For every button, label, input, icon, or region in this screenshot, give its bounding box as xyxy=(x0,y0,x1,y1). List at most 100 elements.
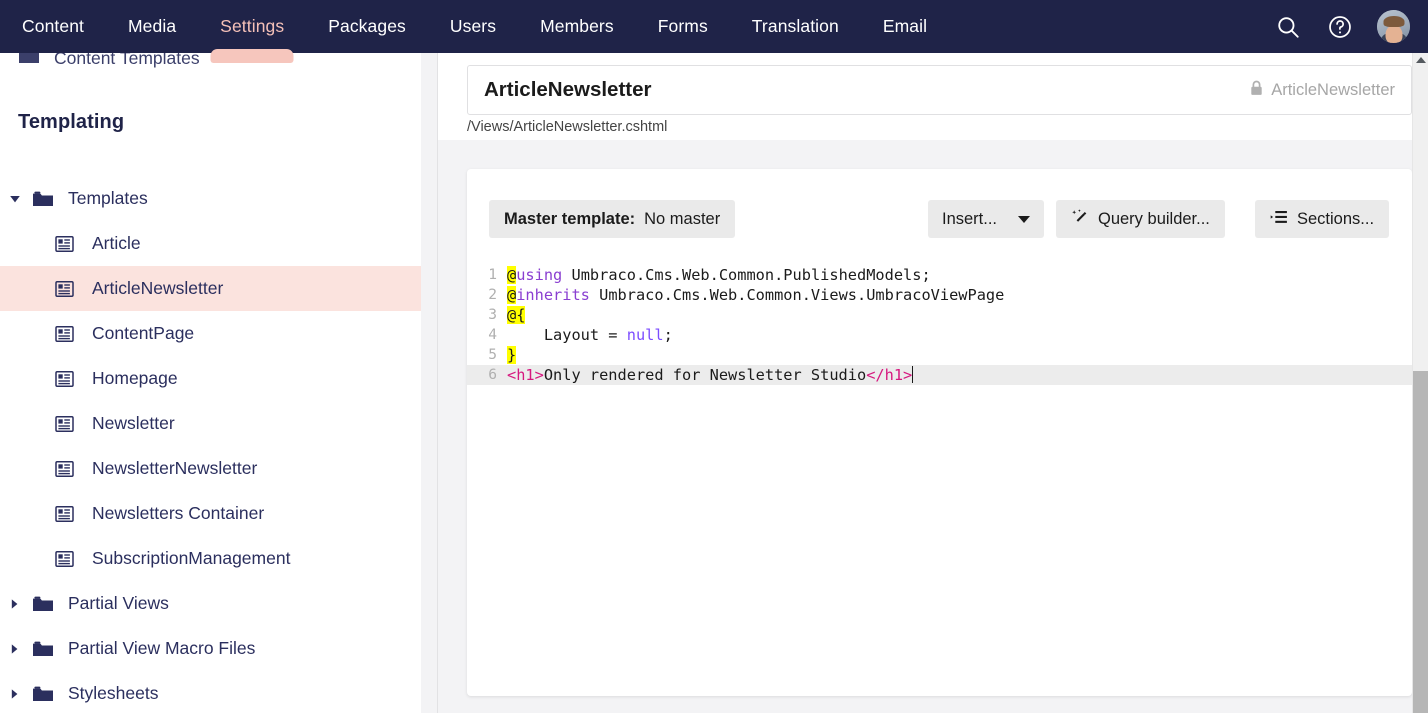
template-alias-text: ArticleNewsletter xyxy=(1271,80,1395,99)
template-editor-panel: ArticleNewsletter ArticleNewsletter /Vie… xyxy=(438,53,1428,713)
nav-item-label: Translation xyxy=(751,16,839,36)
code-token-razor: @ xyxy=(507,266,517,284)
sidebar-item-article[interactable]: Article xyxy=(0,221,421,266)
code-token-razor: @{ xyxy=(507,306,526,324)
sidebar-item-partial-views[interactable]: Partial Views xyxy=(0,581,421,626)
master-template-label: Master template: xyxy=(504,209,636,228)
chevron-down-icon[interactable] xyxy=(4,194,26,204)
sidebar-item-label: Article xyxy=(92,232,141,253)
code-line[interactable]: 4 Layout = null; xyxy=(467,325,1412,345)
sections-label: Sections... xyxy=(1297,209,1375,228)
folder-icon xyxy=(26,640,60,658)
folder-icon xyxy=(26,190,60,208)
code-token-plain: ; xyxy=(663,326,673,344)
sidebar-section-title: Templating xyxy=(18,111,125,133)
sidebar-scrollbar[interactable] xyxy=(1412,53,1428,713)
nav-item-translation[interactable]: Translation xyxy=(730,0,861,53)
code-line[interactable]: 2 @inherits Umbraco.Cms.Web.Common.Views.… xyxy=(467,285,1412,305)
scroll-up-arrow-icon[interactable] xyxy=(1415,57,1426,63)
code-line-text: @inherits Umbraco.Cms.Web.Common.Views.U… xyxy=(507,285,1004,305)
code-line[interactable]: 1 @using Umbraco.Cms.Web.Common.Published… xyxy=(467,265,1412,285)
search-icon[interactable] xyxy=(1273,12,1303,42)
sidebar-item-subscriptionmanagement[interactable]: SubscriptionManagement xyxy=(0,536,421,581)
code-line[interactable]: 6 <h1>Only rendered for Newsletter Studio… xyxy=(467,365,1412,385)
code-line[interactable]: 5} xyxy=(467,345,1412,365)
nav-item-packages[interactable]: Packages xyxy=(306,0,428,53)
template-name-field[interactable]: ArticleNewsletter ArticleNewsletter xyxy=(467,65,1412,115)
top-navigation-bar: Content Media Settings Packages Users Members… xyxy=(0,0,1428,63)
line-number: 5 xyxy=(488,346,497,363)
sidebar-item-label: Stylesheets xyxy=(68,682,159,703)
sidebar-item-label: Newsletter xyxy=(92,412,175,433)
code-line-text: Layout = null; xyxy=(507,325,673,345)
code-token-tag: </h1> xyxy=(866,366,913,384)
sidebar-item-label: ArticleNewsletter xyxy=(92,277,224,298)
nav-item-label: Content xyxy=(22,16,84,36)
sidebar-item-partial-view-macro-files[interactable]: Partial View Macro Files xyxy=(0,626,421,671)
template-file-icon xyxy=(48,505,82,523)
code-token-plain: Umbraco.Cms.Web.Common.PublishedModels; xyxy=(562,266,931,284)
template-file-icon xyxy=(48,550,82,568)
sidebar-item-label: Content Templates xyxy=(54,53,200,68)
sidebar-item-label: ContentPage xyxy=(92,322,195,343)
template-file-icon xyxy=(48,280,82,298)
sidebar-item-label: Templates xyxy=(68,187,148,208)
code-token-razor: } xyxy=(507,346,517,364)
text-cursor xyxy=(912,366,914,383)
template-file-icon xyxy=(48,370,82,388)
sidebar-item-stylesheets[interactable]: Stylesheets xyxy=(0,671,421,713)
nav-item-forms[interactable]: Forms xyxy=(636,0,730,53)
top-nav-actions xyxy=(1273,10,1428,43)
code-token-plain: Layout = xyxy=(507,326,627,344)
scrollbar-thumb[interactable] xyxy=(1413,371,1428,713)
sidebar-item-templates[interactable]: Templates xyxy=(0,176,421,221)
sidebar-item-label: Partial Views xyxy=(68,592,169,613)
sidebar-item-label: NewsletterNewsletter xyxy=(92,457,258,478)
code-token-plain: Umbraco.Cms.Web.Common.Views.UmbracoView… xyxy=(589,286,1005,304)
nav-item-email[interactable]: Email xyxy=(861,0,949,53)
editor-toolbar: Master template: No master Insert... Que… xyxy=(467,200,1412,238)
sidebar-item-contentpage[interactable]: ContentPage xyxy=(0,311,421,356)
chevron-right-icon[interactable] xyxy=(4,643,26,655)
nav-item-settings[interactable]: Settings xyxy=(198,0,306,63)
sidebar-item-newsletters-container[interactable]: Newsletters Container xyxy=(0,491,421,536)
template-alias-readonly: ArticleNewsletter xyxy=(1250,80,1395,101)
user-avatar[interactable] xyxy=(1377,10,1410,43)
line-number: 1 xyxy=(488,266,497,283)
code-token-kw: using xyxy=(516,266,563,284)
template-file-icon xyxy=(48,325,82,343)
line-number: 2 xyxy=(488,286,497,303)
query-builder-label: Query builder... xyxy=(1098,209,1210,228)
chevron-right-icon[interactable] xyxy=(4,598,26,610)
chevron-right-icon[interactable] xyxy=(4,688,26,700)
nav-item-members[interactable]: Members xyxy=(518,0,636,53)
settings-sidebar: Content Templates Templating Templates Ar… xyxy=(0,53,421,713)
sections-button[interactable]: Sections... xyxy=(1255,200,1390,238)
code-line-text: @using Umbraco.Cms.Web.Common.PublishedM… xyxy=(507,265,931,285)
avatar-hair xyxy=(1383,15,1404,27)
code-token-plain: Only rendered for Newsletter Studio xyxy=(543,366,867,384)
nav-item-content[interactable]: Content xyxy=(0,0,106,53)
folder-icon xyxy=(26,685,60,703)
insert-dropdown-button[interactable]: Insert... xyxy=(928,200,1044,238)
sidebar-item-label: Homepage xyxy=(92,367,178,388)
nav-item-users[interactable]: Users xyxy=(428,0,518,53)
sidebar-item-newsletter[interactable]: Newsletter xyxy=(0,401,421,446)
help-circle-icon[interactable] xyxy=(1325,12,1355,42)
panel-splitter xyxy=(437,53,438,713)
editor-header: ArticleNewsletter ArticleNewsletter /Vie… xyxy=(438,53,1428,140)
nav-item-media[interactable]: Media xyxy=(106,0,198,53)
code-editor-area[interactable]: 1 @using Umbraco.Cms.Web.Common.Published… xyxy=(467,265,1412,385)
top-nav-items: Content Media Settings Packages Users Members… xyxy=(0,0,949,63)
sidebar-item-homepage[interactable]: Homepage xyxy=(0,356,421,401)
master-template-button[interactable]: Master template: No master xyxy=(489,200,736,238)
sidebar-item-newsletternewsletter[interactable]: NewsletterNewsletter xyxy=(0,446,421,491)
query-builder-button[interactable]: Query builder... xyxy=(1056,200,1225,238)
template-file-icon xyxy=(48,235,82,253)
sidebar-item-articlenewsletter[interactable]: ArticleNewsletter xyxy=(0,266,421,311)
code-line[interactable]: 3 @{ xyxy=(467,305,1412,325)
page-title: ArticleNewsletter xyxy=(484,78,652,101)
template-file-icon xyxy=(48,415,82,433)
magic-wand-icon xyxy=(1071,208,1089,231)
sidebar-item-label: SubscriptionManagement xyxy=(92,547,291,568)
